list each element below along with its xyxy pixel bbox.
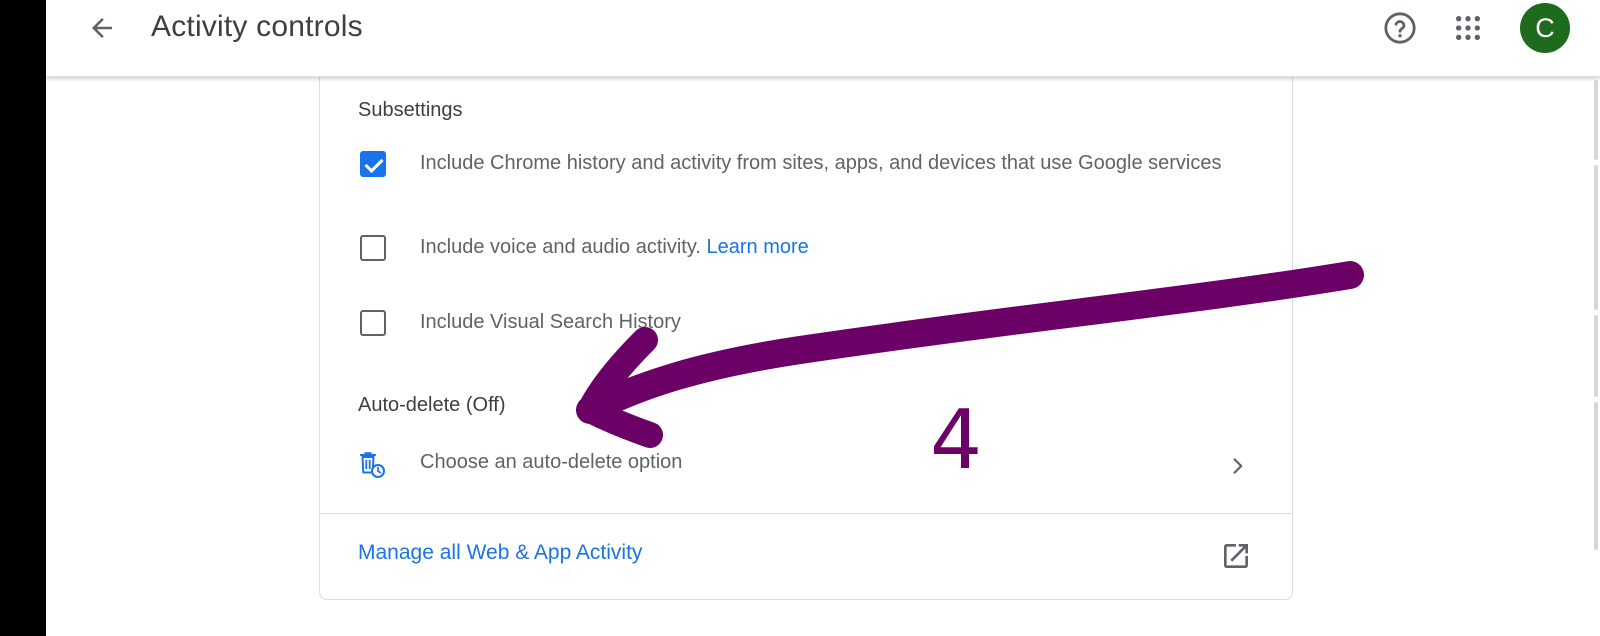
apps-grid-icon: [1455, 15, 1481, 41]
voice-audio-text: Include voice and audio activity. Learn …: [420, 232, 1240, 262]
app-bar: Activity controls C: [46, 0, 1600, 77]
learn-more-link[interactable]: Learn more: [706, 236, 808, 258]
scrollbar[interactable]: [1594, 80, 1600, 550]
manage-activity-row[interactable]: Manage all Web & App Activity: [320, 516, 1292, 596]
voice-audio-label: Include voice and audio activity.: [420, 236, 701, 258]
settings-card: Subsettings Include Chrome history and a…: [319, 60, 1293, 600]
account-avatar[interactable]: C: [1520, 3, 1570, 53]
back-button[interactable]: [80, 6, 124, 50]
subsettings-heading: Subsettings: [358, 99, 463, 121]
autodelete-option-row[interactable]: Choose an auto-delete option: [320, 436, 1292, 496]
help-circle-icon: [1384, 12, 1416, 44]
autodelete-option-label: Choose an auto-delete option: [420, 451, 683, 473]
autodelete-heading: Auto-delete (Off): [358, 394, 506, 416]
voice-audio-checkbox[interactable]: [360, 235, 386, 261]
open-in-new-icon: [1224, 544, 1248, 568]
help-button[interactable]: [1380, 8, 1420, 48]
chevron-right-icon: [1233, 458, 1243, 474]
apps-button[interactable]: [1448, 8, 1488, 48]
visual-search-label: Include Visual Search History: [420, 311, 681, 333]
manage-activity-link[interactable]: Manage all Web & App Activity: [358, 541, 642, 565]
page-title: Activity controls: [151, 10, 363, 43]
scrollbar-segment: [1594, 165, 1598, 310]
scrollbar-segment: [1594, 402, 1598, 550]
chrome-history-label: Include Chrome history and activity from…: [420, 152, 1222, 174]
screen: Activity controls C Subsettings Include …: [46, 0, 1600, 636]
chrome-history-checkbox[interactable]: [360, 151, 386, 177]
arrow-left-icon: [92, 18, 112, 38]
visual-search-checkbox[interactable]: [360, 310, 386, 336]
scrollbar-segment: [1594, 80, 1598, 160]
card-divider: [320, 513, 1292, 514]
scrollbar-segment: [1594, 315, 1598, 397]
auto-delete-icon: [359, 452, 385, 478]
